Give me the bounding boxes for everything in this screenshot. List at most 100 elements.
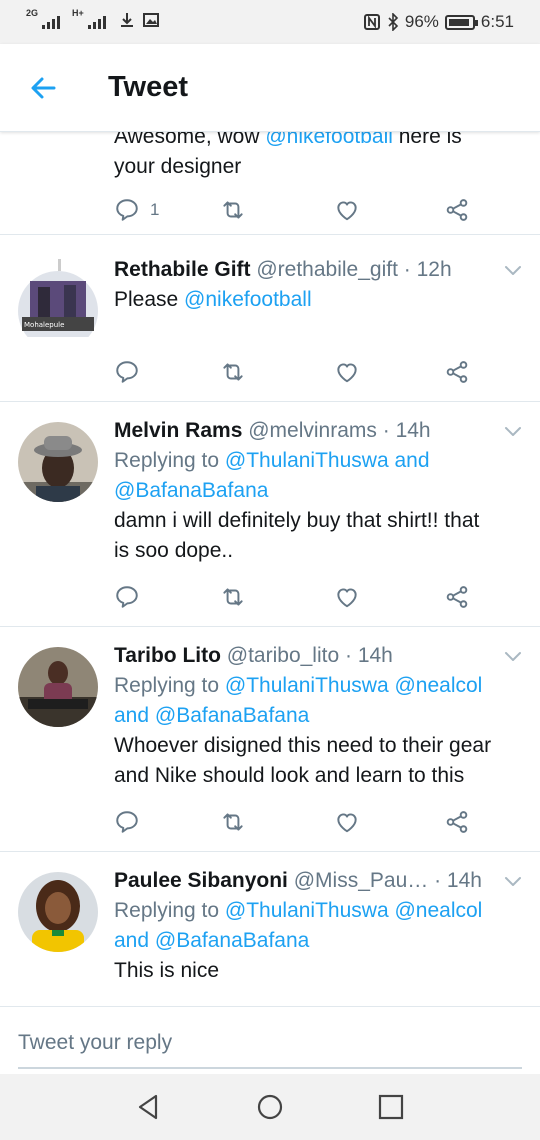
tweet-text-line: Whoever disigned this need to their gear: [114, 734, 492, 757]
mention-link[interactable]: @ThulaniThuswa: [225, 674, 389, 697]
tweet-text-line: This is nice: [114, 959, 220, 982]
nav-back-icon[interactable]: [134, 1092, 164, 1122]
reply-icon: [114, 197, 140, 223]
mention-link[interactable]: @ThulaniThuswa: [225, 449, 389, 472]
author-name[interactable]: Paulee Sibanyoni: [114, 869, 288, 892]
bluetooth-icon: [388, 13, 399, 31]
replying-to: Replying to @ThulaniThuswa @nealcol: [114, 674, 483, 697]
retweet-button[interactable]: [220, 357, 246, 387]
retweet-icon: [220, 359, 246, 385]
system-nav-bar: [0, 1074, 540, 1140]
avatar[interactable]: [18, 647, 98, 727]
mention-link[interactable]: @nealcol: [394, 674, 482, 697]
clock: 6:51: [480, 12, 514, 31]
tweet-text-line: and Nike should look and learn to this: [114, 764, 465, 787]
retweet-button[interactable]: [220, 195, 246, 225]
tweet-list: Awesome, wow @nikefootball here is your …: [0, 132, 540, 1006]
mention-link[interactable]: @BafanaBafana: [114, 479, 268, 502]
back-arrow-icon[interactable]: [24, 68, 64, 108]
share-button[interactable]: [444, 357, 470, 387]
share-button[interactable]: [444, 195, 470, 225]
mention-link[interactable]: @nikefootball: [184, 288, 312, 311]
reply-button[interactable]: [114, 357, 140, 387]
avatar[interactable]: Mohalepule: [18, 259, 98, 359]
author-handle[interactable]: @melvinrams: [248, 419, 377, 442]
author-handle[interactable]: @taribo_lito: [227, 644, 339, 667]
reply-icon: [114, 809, 140, 835]
tweet-actions: [110, 807, 490, 837]
mention-link[interactable]: @nikefootball: [265, 132, 393, 148]
like-icon: [334, 809, 360, 835]
tweet-time: · 14h: [434, 869, 482, 892]
reply-button[interactable]: [114, 807, 140, 837]
tweet-item[interactable]: Mohalepule Rethabile Gift @rethabile_gif…: [0, 235, 540, 402]
retweet-button[interactable]: [220, 582, 246, 612]
nav-home-icon[interactable]: [255, 1092, 285, 1122]
like-button[interactable]: [334, 357, 360, 387]
like-icon: [334, 584, 360, 610]
tweet-body: Melvin Rams @melvinrams · 14h Replying t…: [114, 416, 520, 566]
author-name[interactable]: Melvin Rams: [114, 419, 242, 442]
like-button[interactable]: [334, 195, 360, 225]
avatar-caption: Mohalepule: [24, 321, 64, 329]
mention-link[interactable]: @BafanaBafana: [155, 929, 309, 952]
tweet-item[interactable]: Melvin Rams @melvinrams · 14h Replying t…: [0, 402, 540, 627]
share-icon: [444, 584, 470, 610]
like-button[interactable]: [334, 807, 360, 837]
chevron-down-icon[interactable]: [504, 426, 522, 438]
tweet-time: · 14h: [382, 419, 431, 442]
tweet-time: · 12h: [403, 258, 452, 281]
author-handle[interactable]: @rethabile_gift: [256, 258, 398, 281]
network-type-2: H+: [72, 8, 84, 18]
avatar[interactable]: [18, 422, 98, 502]
status-left: 2G H+: [26, 8, 160, 29]
retweet-icon: [220, 809, 246, 835]
share-button[interactable]: [444, 807, 470, 837]
nfc-icon: [363, 14, 380, 30]
author-name[interactable]: Taribo Lito: [114, 644, 221, 667]
tweet-item[interactable]: Awesome, wow @nikefootball here is your …: [0, 132, 540, 235]
tweet-text: Please @nikefootball: [114, 288, 312, 311]
image-notification-icon: [143, 13, 159, 27]
download-icon: [121, 13, 133, 27]
chevron-down-icon[interactable]: [504, 651, 522, 663]
tweet-text: Awesome, wow @nikefootball here is your …: [114, 132, 520, 182]
battery-percent: 96%: [404, 12, 439, 31]
mention-link[interactable]: @BafanaBafana: [155, 704, 309, 727]
reply-input[interactable]: [18, 1025, 522, 1069]
battery-icon: [444, 14, 478, 30]
avatar-image: [18, 647, 98, 727]
tweet-item[interactable]: Paulee Sibanyoni @Miss_Pau… · 14h Replyi…: [0, 852, 540, 1006]
tweet-body: Taribo Lito @taribo_lito · 14h Replying …: [114, 641, 520, 791]
reply-button[interactable]: [114, 582, 140, 612]
avatar[interactable]: [18, 872, 98, 952]
tweet-item[interactable]: Taribo Lito @taribo_lito · 14h Replying …: [0, 627, 540, 852]
page-title: Tweet: [108, 71, 189, 103]
app-bar: Tweet: [0, 44, 540, 132]
avatar-image: [18, 422, 98, 502]
tweet-body: Rethabile Gift @rethabile_gift · 12h Ple…: [114, 255, 520, 315]
author-name[interactable]: Rethabile Gift: [114, 258, 251, 281]
chevron-down-icon[interactable]: [504, 876, 522, 888]
tweet-body: Paulee Sibanyoni @Miss_Pau… · 14h Replyi…: [114, 866, 520, 986]
retweet-icon: [220, 584, 246, 610]
retweet-button[interactable]: [220, 807, 246, 837]
nav-recents-icon[interactable]: [376, 1092, 406, 1122]
share-button[interactable]: [444, 582, 470, 612]
reply-button[interactable]: 1: [114, 195, 159, 225]
like-icon: [334, 359, 360, 385]
chevron-down-icon[interactable]: [504, 265, 522, 277]
tweet-time: · 14h: [345, 644, 393, 667]
status-right: 96% 6:51: [363, 12, 514, 32]
replying-to: Replying to @ThulaniThuswa @nealcol: [114, 899, 483, 922]
mention-link[interactable]: @nealcol: [394, 899, 482, 922]
replying-to: Replying to @ThulaniThuswa and: [114, 449, 430, 472]
mention-link[interactable]: @ThulaniThuswa: [225, 899, 389, 922]
share-icon: [444, 809, 470, 835]
avatar-image: Mohalepule: [18, 259, 98, 359]
share-icon: [444, 359, 470, 385]
network-type-1: 2G: [26, 8, 39, 18]
author-handle[interactable]: @Miss_Pau…: [294, 869, 429, 892]
like-icon: [334, 197, 360, 223]
like-button[interactable]: [334, 582, 360, 612]
